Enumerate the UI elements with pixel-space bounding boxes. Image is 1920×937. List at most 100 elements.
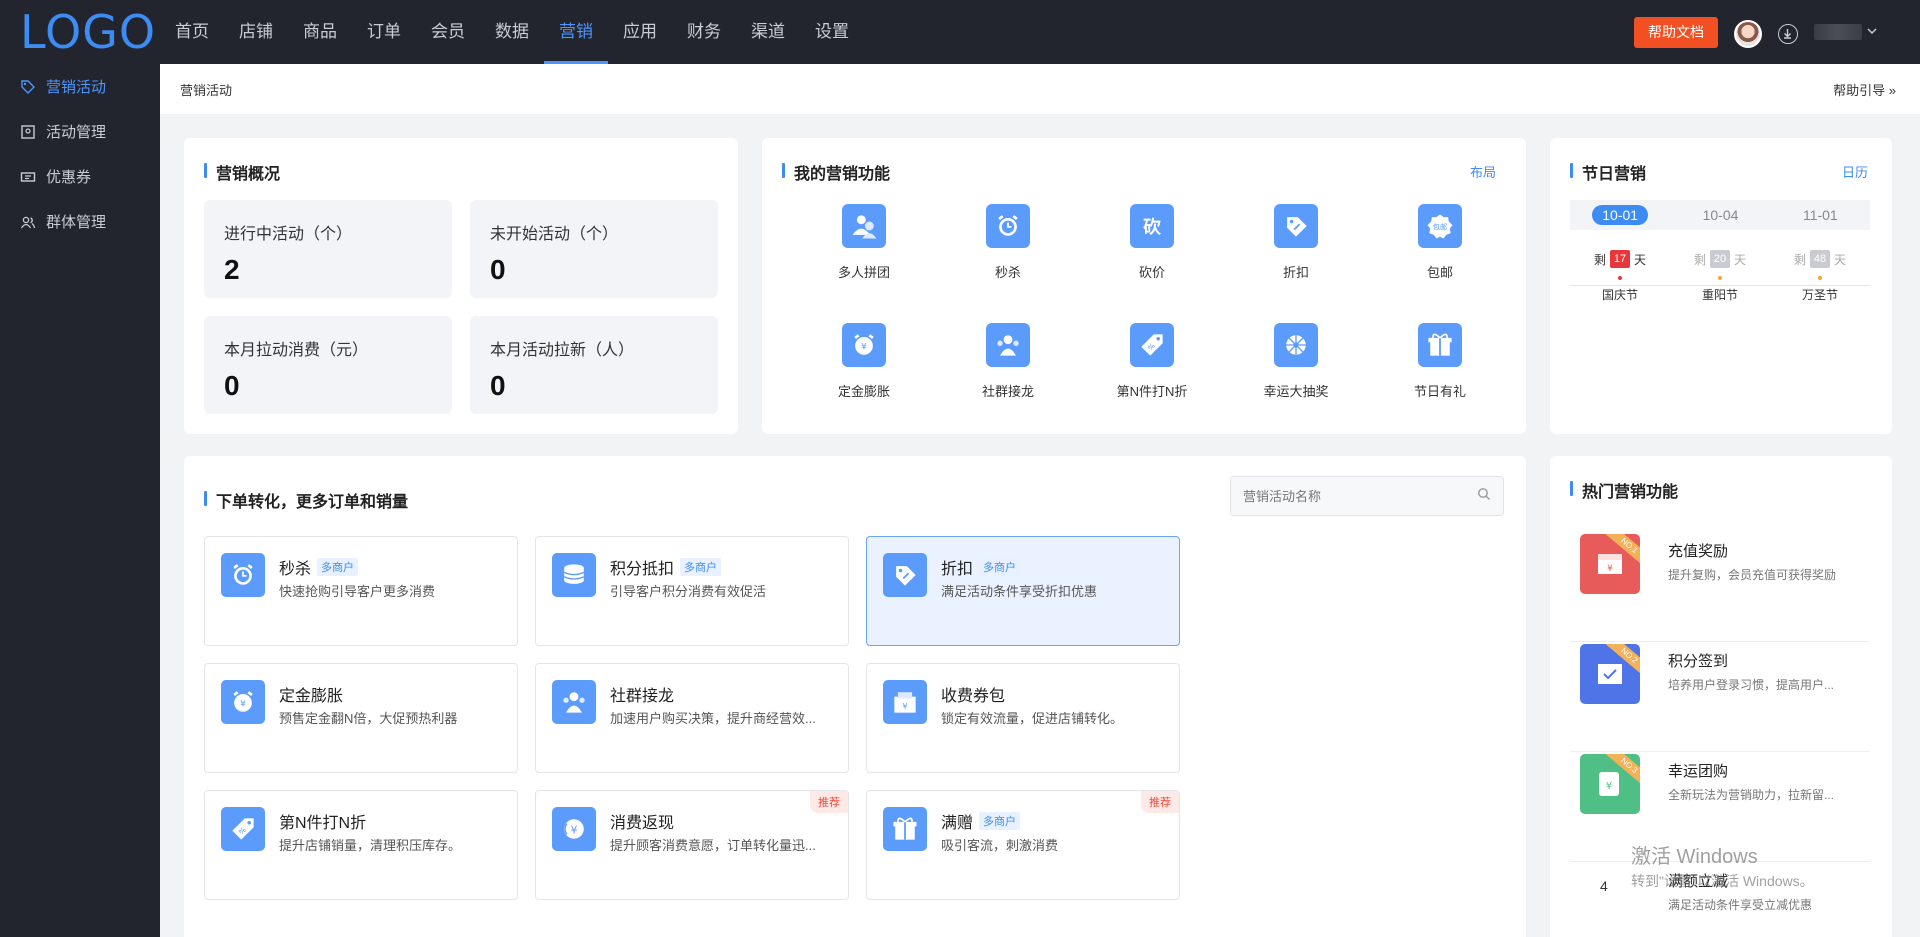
nav-item-5[interactable]: 数据 [480,0,544,64]
activity-desc: 引导客户积分消费有效促活 [610,584,767,599]
tag-icon [20,79,36,95]
layout-link[interactable]: 布局 [1470,162,1496,181]
days-count: 17 [1610,250,1630,268]
hot-feature-desc: 培养用户登录习惯，提高用户... [1668,678,1835,692]
sidebar-item-2[interactable]: 优惠券 [0,154,160,199]
nav-item-9[interactable]: 渠道 [736,0,800,64]
feature-item[interactable]: 幸运大抽奖 [1224,323,1368,400]
sidebar-item-label: 营销活动 [46,79,107,96]
activity-card[interactable]: % 第N件打N折 提升店铺销量，清理积压库存。 [204,790,518,900]
activity-card[interactable]: 秒杀 多商户 快速抢购引导客户更多消费 [204,536,518,646]
gift-icon [883,807,927,851]
stat-label: 进行中活动（个） [224,226,353,243]
feature-item[interactable]: 包邮 包邮 [1368,204,1512,281]
festival-date-tab[interactable]: 10-04 [1693,205,1749,225]
nav-item-0[interactable]: 首页 [160,0,224,64]
activity-name-row: 积分抵扣 多商户 [610,555,722,579]
help-doc-button[interactable]: 帮助文档 [1634,17,1718,48]
activity-search-input[interactable] [1243,488,1463,504]
activity-card[interactable]: ¥ 收费券包 锁定有效流量，促进店铺转化。 [866,663,1180,773]
activity-card[interactable]: 社群接龙 加速用户购买决策，提升商经营效... [535,663,849,773]
price-tag-icon: % [1130,323,1174,367]
activity-name-row: 折扣 多商户 [941,555,1021,579]
festival-item[interactable]: 剩 48 天万圣节 [1770,250,1870,303]
activity-desc: 满足活动条件享受折扣优惠 [941,584,1098,599]
activity-name: 第N件打N折 [279,815,367,832]
days-remaining: 剩 20 天 [1694,250,1746,268]
hot-item[interactable]: ¥ NO.1 充值奖励 提升复购，会员充值可获得奖励 [1570,534,1870,642]
days-count: 48 [1810,250,1830,268]
stat-value: 0 [490,370,506,401]
chevron-down-icon[interactable] [1866,24,1878,40]
stat-label: 本月活动拉新（人） [490,342,635,359]
alarm-icon [986,204,1030,248]
sidebar-item-3[interactable]: 群体管理 [0,199,160,244]
help-guide-link[interactable]: 帮助引导 » [1833,80,1896,99]
activity-name-row: 满赠 多商户 [941,809,1021,833]
activity-card[interactable]: 折扣 多商户满足活动条件享受折扣优惠 [866,536,1180,646]
nav-item-3[interactable]: 订单 [352,0,416,64]
activity-name-row: 秒杀 多商户 [279,555,359,579]
user-name-blurred[interactable] [1814,24,1862,40]
feature-item[interactable]: 折扣 [1224,204,1368,281]
avatar[interactable] [1734,20,1762,48]
festival-date-tab[interactable]: 10-01 [1592,205,1649,225]
logo[interactable]: LOGO [20,6,156,58]
my-features-title: 我的营销功能 [782,160,890,184]
stat-box[interactable]: 进行中活动（个） 2 [204,200,452,298]
my-features-card: 我的营销功能 布局 多人拼团 秒杀砍砍价 折扣 包邮 包邮 ¥ 定金膨胀 社群接龙% 第N件打N… [762,138,1526,434]
festival-date-tab[interactable]: 11-01 [1793,205,1848,225]
lottery-icon [1274,323,1318,367]
nav-item-4[interactable]: 会员 [416,0,480,64]
svg-text:¥: ¥ [571,823,578,836]
days-remaining: 剩 48 天 [1794,250,1846,268]
community-icon [986,323,1030,367]
feature-item[interactable]: % 第N件打N折 [1080,323,1224,400]
activity-card[interactable]: ¥ 消费返现 提升顾客消费意愿，订单转化量迅... 推荐 [535,790,849,900]
festival-card: 节日营销 日历 10-01 10-04 11-01 剩 17 天国庆节剩 20 天重阳节剩 4… [1550,138,1892,434]
activity-desc: 加速用户购买决策，提升商经营效... [610,711,816,726]
feature-item[interactable]: 节日有礼 [1368,323,1512,400]
sidebar-item-0[interactable]: 营销活动 [0,64,160,109]
nav-item-7[interactable]: 应用 [608,0,672,64]
stat-box[interactable]: 本月活动拉新（人） 0 [470,316,718,414]
activity-desc: 预售定金翻N倍，大促预热利器 [279,711,458,726]
festival-item[interactable]: 剩 20 天重阳节 [1670,250,1770,303]
stat-label: 未开始活动（个） [490,226,619,243]
nav-item-8[interactable]: 财务 [672,0,736,64]
feature-grid: 多人拼团 秒杀砍砍价 折扣 包邮 包邮 ¥ 定金膨胀 社群接龙% 第N件打N折 幸运大抽奖 节日有礼 [792,204,1512,400]
festival-item[interactable]: 剩 17 天国庆节 [1570,250,1670,303]
stat-box[interactable]: 本月拉动消费（元） 0 [204,316,452,414]
feature-item[interactable]: ¥ 定金膨胀 [792,323,936,400]
calendar-link[interactable]: 日历 [1842,162,1868,181]
sidebar-item-label: 优惠券 [46,169,92,186]
list-icon [20,124,36,140]
hot-item[interactable]: NO.2 积分签到 培养用户登录习惯，提高用户... [1570,644,1870,752]
feature-item[interactable]: 秒杀 [936,204,1080,281]
activity-card[interactable]: ¥ 定金膨胀 预售定金翻N倍，大促预热利器 [204,663,518,773]
download-icon[interactable] [1778,24,1798,44]
coins-icon [552,553,596,597]
free-shipping-icon: 包邮 [1418,204,1462,248]
nav-item-10[interactable]: 设置 [800,0,864,64]
feature-label: 定金膨胀 [837,384,890,399]
nav-item-2[interactable]: 商品 [288,0,352,64]
stat-box[interactable]: 未开始活动（个） 0 [470,200,718,298]
feature-item[interactable]: 砍砍价 [1080,204,1224,281]
feature-item[interactable]: 多人拼团 [792,204,936,281]
days-suffix: 天 [1734,252,1747,267]
hot-feature-desc: 全新玩法为营销助力，拉新留... [1668,788,1835,802]
activity-card[interactable]: 满赠 多商户 吸引客流，刺激消费 推荐 [866,790,1180,900]
deposit-icon: ¥ [221,680,265,724]
days-remaining: 剩 17 天 [1594,250,1646,268]
sidebar-item-label: 活动管理 [46,124,107,141]
nav-item-1[interactable]: 店铺 [224,0,288,64]
activity-card[interactable]: 积分抵扣 多商户引导客户积分消费有效促活 [535,536,849,646]
group-icon [842,204,886,248]
activity-desc: 锁定有效流量，促进店铺转化。 [941,711,1124,726]
search-icon[interactable] [1477,487,1491,506]
sidebar-item-1[interactable]: 活动管理 [0,109,160,154]
feature-item[interactable]: 社群接龙 [936,323,1080,400]
nav-item-6[interactable]: 营销 [544,0,608,64]
sidebar-item-label: 群体管理 [46,214,107,231]
